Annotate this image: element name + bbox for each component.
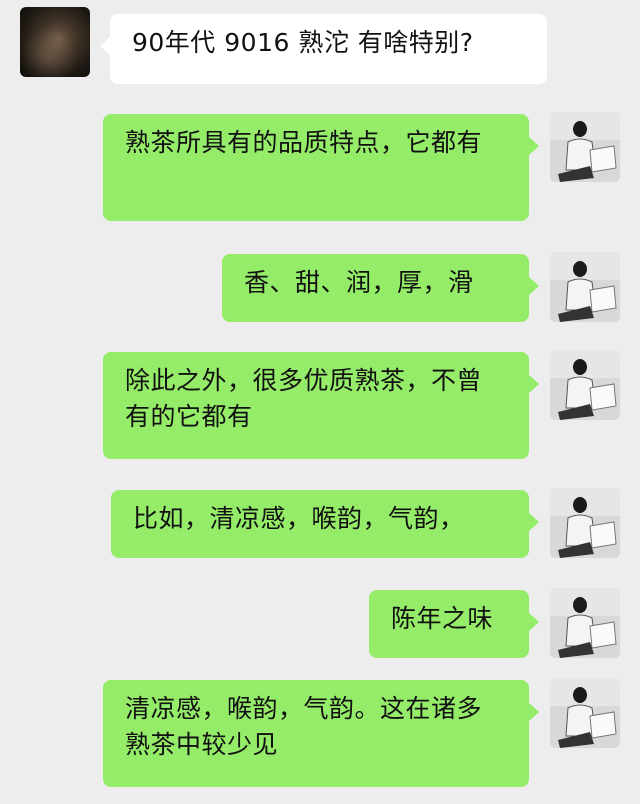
outgoing-message-bubble[interactable]: 陈年之味 <box>369 590 539 658</box>
self-avatar[interactable] <box>550 350 620 420</box>
outgoing-message-text: 熟茶所具有的品质特点，它都有 <box>125 128 483 157</box>
man-reading-newspaper-icon <box>550 488 620 558</box>
outgoing-message-bubble[interactable]: 比如，清凉感，喉韵，气韵， <box>111 490 539 558</box>
outgoing-message-text: 比如，清凉感，喉韵，气韵， <box>133 504 465 533</box>
incoming-message-text: 90年代 9016 熟沱 有啥特别? <box>132 28 474 57</box>
incoming-message-bubble[interactable]: 90年代 9016 熟沱 有啥特别? <box>100 14 547 84</box>
self-avatar[interactable] <box>550 588 620 658</box>
outgoing-message-text: 陈年之味 <box>391 604 494 633</box>
self-avatar[interactable] <box>550 488 620 558</box>
outgoing-message-bubble[interactable]: 香、甜、润，厚，滑 <box>222 254 539 322</box>
outgoing-message-text: 清凉感，喉韵，气韵。这在诸多熟茶中较少见 <box>125 694 483 759</box>
contact-avatar[interactable] <box>20 7 90 77</box>
self-avatar[interactable] <box>550 252 620 322</box>
self-avatar[interactable] <box>550 678 620 748</box>
man-reading-newspaper-icon <box>550 112 620 182</box>
man-reading-newspaper-icon <box>550 350 620 420</box>
outgoing-message-bubble[interactable]: 清凉感，喉韵，气韵。这在诸多熟茶中较少见 <box>103 680 539 787</box>
outgoing-message-text: 除此之外，很多优质熟茶，不曾有的它都有 <box>125 366 483 431</box>
man-reading-newspaper-icon <box>550 252 620 322</box>
outgoing-message-text: 香、甜、润，厚，滑 <box>244 268 474 297</box>
man-reading-newspaper-icon <box>550 588 620 658</box>
outgoing-message-bubble[interactable]: 除此之外，很多优质熟茶，不曾有的它都有 <box>103 352 539 459</box>
self-avatar[interactable] <box>550 112 620 182</box>
outgoing-message-bubble[interactable]: 熟茶所具有的品质特点，它都有 <box>103 114 539 221</box>
man-reading-newspaper-icon <box>550 678 620 748</box>
